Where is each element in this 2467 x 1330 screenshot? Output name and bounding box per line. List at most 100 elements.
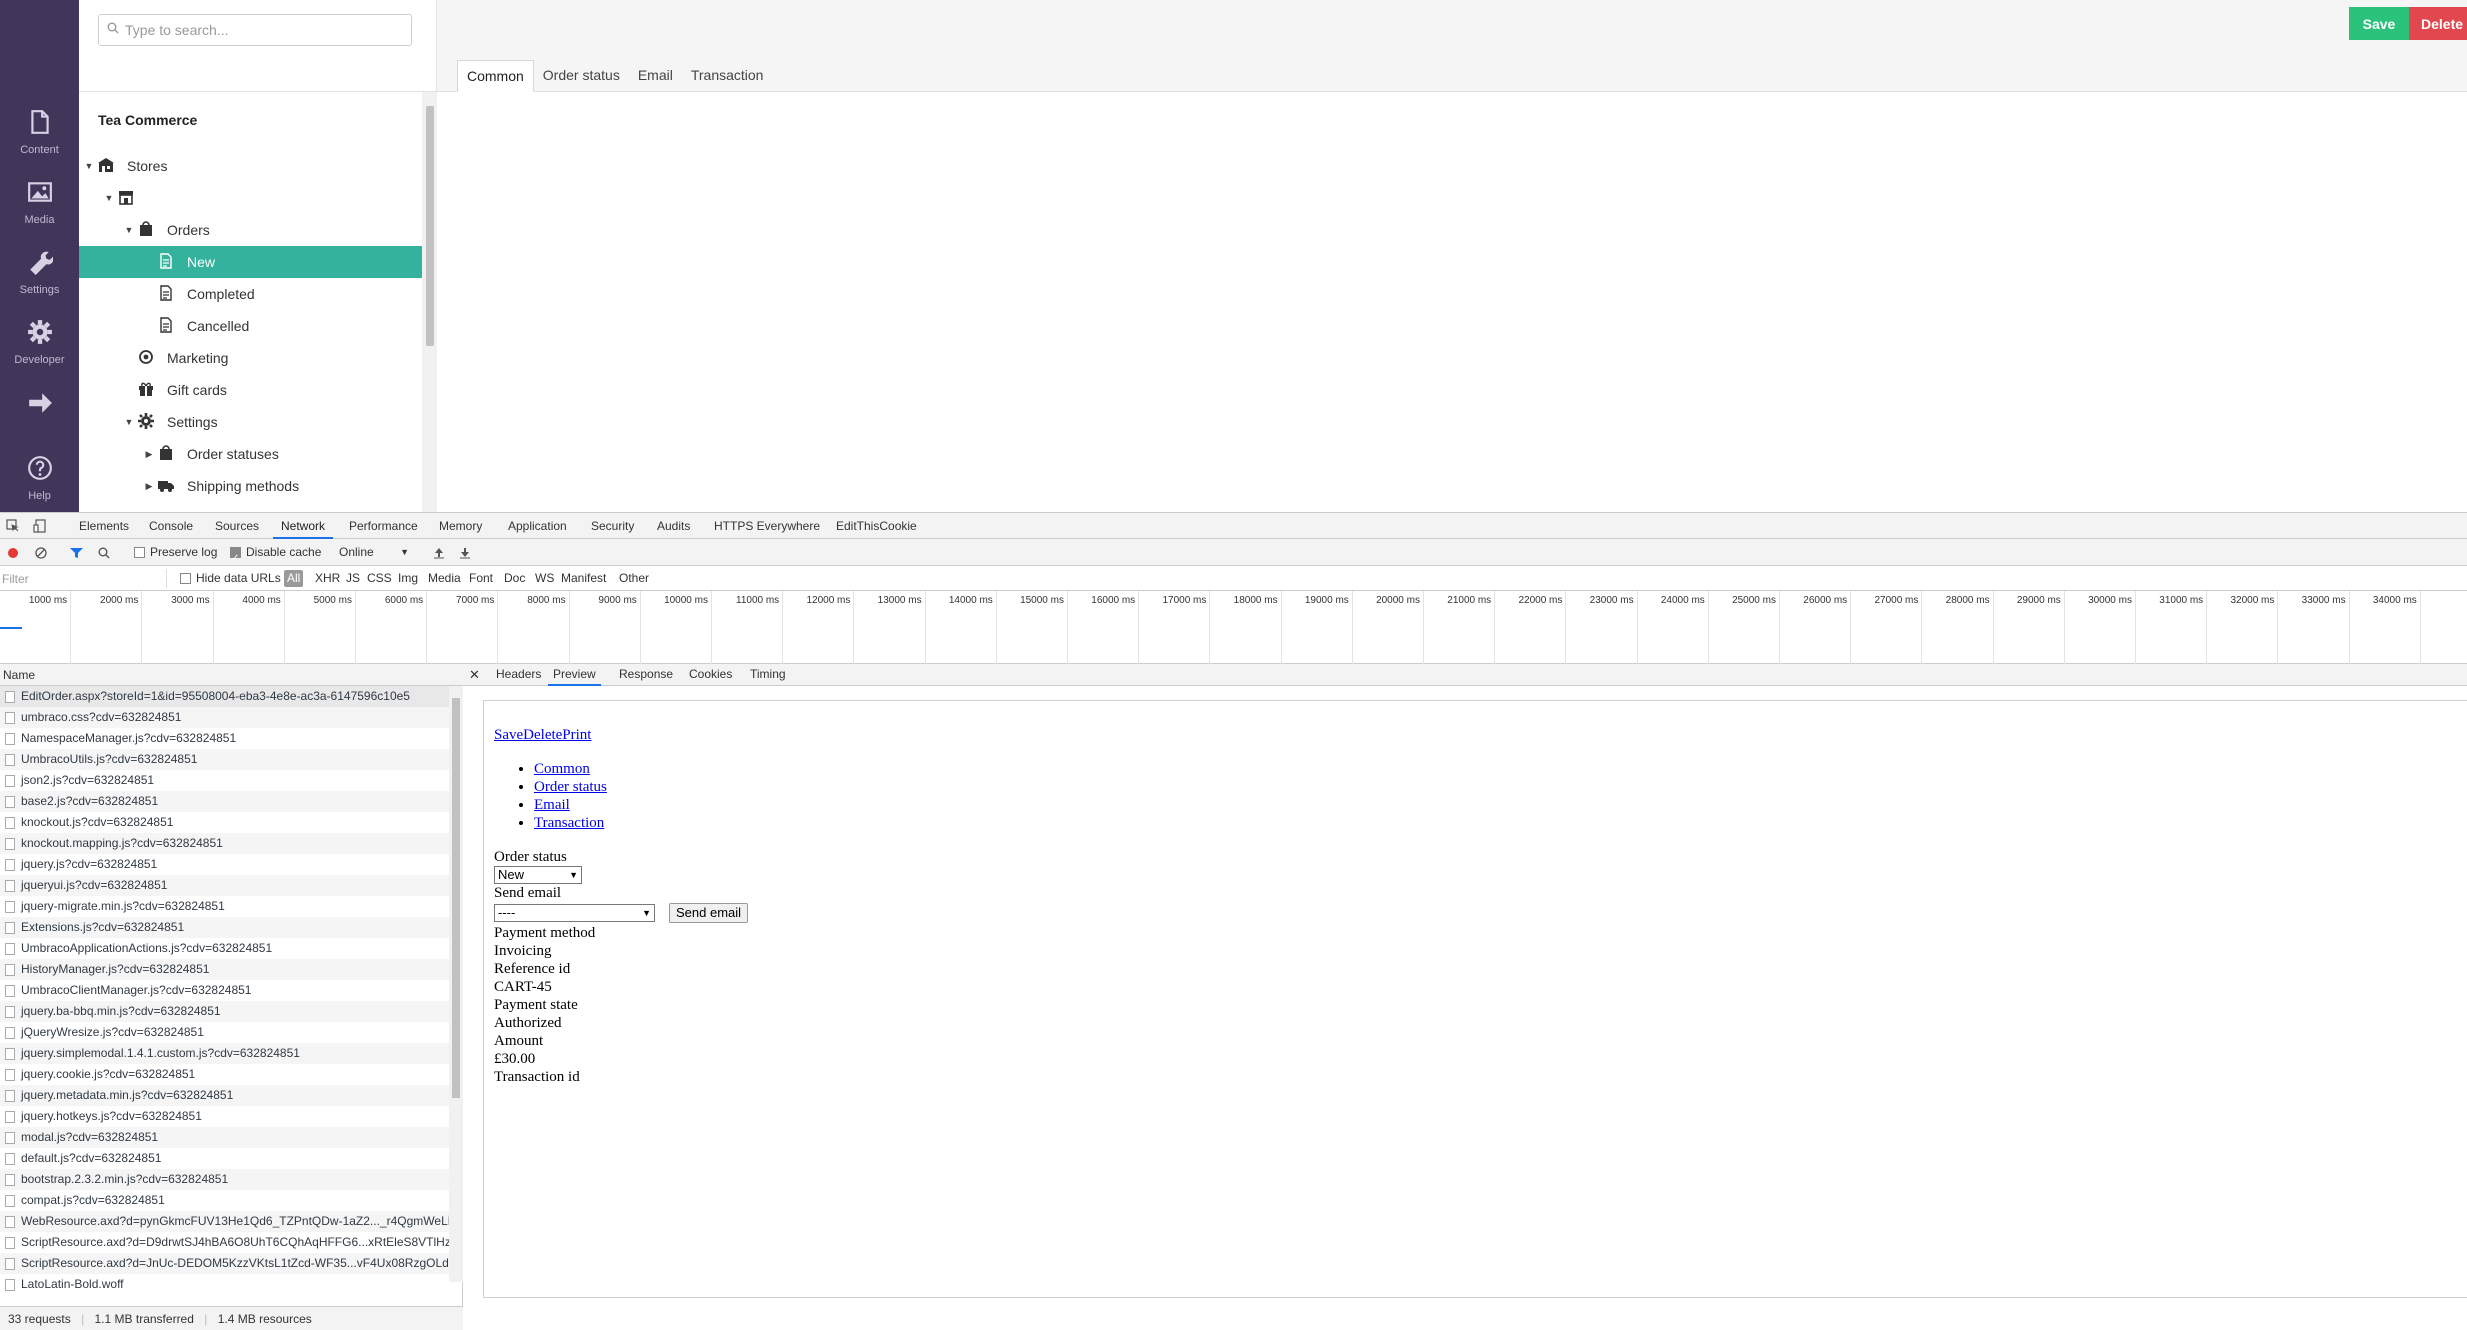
preserve-log-checkbox[interactable]: Preserve log: [134, 539, 217, 566]
network-overview-timeline[interactable]: 1000 ms 2000 ms 3000 ms 4000 ms 5000 ms 6000 …: [0, 591, 2467, 664]
scroll-thumb[interactable]: [452, 698, 460, 1098]
tree-item-stores[interactable]: ▼ Stores: [79, 150, 422, 182]
tab-transaction[interactable]: Transaction: [682, 60, 773, 92]
request-row[interactable]: jqueryui.js?cdv=632824851: [0, 875, 449, 896]
filter-type-font[interactable]: Font: [466, 570, 496, 587]
tree-item-cancelled[interactable]: Cancelled: [79, 310, 422, 342]
filter-type-img[interactable]: Img: [395, 570, 421, 587]
tab-email[interactable]: Email: [629, 60, 682, 92]
tree-item-shipping-methods[interactable]: ▶ Shipping methods: [79, 470, 422, 502]
tree-item-marketing[interactable]: Marketing: [79, 342, 422, 374]
request-row[interactable]: jquery.ba-bbq.min.js?cdv=632824851: [0, 1001, 449, 1022]
detail-tab-timing[interactable]: Timing: [750, 664, 786, 686]
request-row[interactable]: UmbracoApplicationActions.js?cdv=6328248…: [0, 938, 449, 959]
inspect-icon[interactable]: [6, 519, 20, 533]
disable-cache-checkbox[interactable]: Disable cache: [230, 539, 321, 572]
devtools-tab-audits[interactable]: Audits: [657, 513, 690, 539]
hide-data-urls-checkbox[interactable]: Hide data URLs: [177, 570, 284, 587]
filter-type-all[interactable]: All: [284, 570, 304, 587]
request-row[interactable]: knockout.mapping.js?cdv=632824851: [0, 833, 449, 854]
checkbox[interactable]: [134, 547, 145, 559]
send-email-button[interactable]: Send email: [669, 903, 749, 923]
filter-type-other[interactable]: Other: [616, 570, 652, 587]
caret-right-icon[interactable]: ▶: [143, 481, 155, 492]
caret-down-icon[interactable]: ▼: [123, 417, 135, 427]
nav-content[interactable]: Content: [0, 97, 79, 167]
nav-help[interactable]: Help: [0, 443, 79, 513]
tree-item-gift-cards[interactable]: Gift cards: [79, 374, 422, 406]
request-row[interactable]: jquery.metadata.min.js?cdv=632824851: [0, 1085, 449, 1106]
request-row[interactable]: modal.js?cdv=632824851: [0, 1127, 449, 1148]
devtools-tab-editthiscookie[interactable]: EditThisCookie: [836, 513, 917, 539]
request-row[interactable]: UmbracoClientManager.js?cdv=632824851: [0, 980, 449, 1001]
preview-link-common[interactable]: Common: [534, 761, 590, 777]
request-row[interactable]: EditOrder.aspx?storeId=1&id=95508004-eba…: [0, 686, 449, 707]
request-row[interactable]: bootstrap.2.3.2.min.js?cdv=632824851: [0, 1169, 449, 1190]
search-input[interactable]: [125, 22, 395, 38]
request-row[interactable]: jquery.cookie.js?cdv=632824851: [0, 1064, 449, 1085]
devtools-tab-sources[interactable]: Sources: [215, 513, 259, 539]
detail-tab-response[interactable]: Response: [619, 664, 673, 686]
tab-order-status[interactable]: Order status: [534, 60, 629, 92]
devtools-tab-https-everywhere[interactable]: HTTPS Everywhere: [714, 513, 820, 539]
request-row[interactable]: jquery.js?cdv=632824851: [0, 854, 449, 875]
checkbox[interactable]: [230, 545, 241, 572]
request-row[interactable]: jquery.hotkeys.js?cdv=632824851: [0, 1106, 449, 1127]
tree-scrollbar[interactable]: [422, 92, 437, 512]
save-button[interactable]: Save: [2349, 7, 2409, 40]
throttle-select[interactable]: Online ▼: [339, 539, 409, 566]
request-row[interactable]: compat.js?cdv=632824851: [0, 1190, 449, 1211]
scroll-thumb[interactable]: [426, 106, 434, 346]
devtools-tab-application[interactable]: Application: [508, 513, 567, 539]
search-icon[interactable]: [98, 539, 110, 566]
send-email-select[interactable]: ---- ▼: [494, 904, 655, 922]
tree-search[interactable]: [98, 14, 412, 46]
request-row[interactable]: jquery-migrate.min.js?cdv=632824851: [0, 896, 449, 917]
request-row[interactable]: jQueryWresize.js?cdv=632824851: [0, 1022, 449, 1043]
filter-type-doc[interactable]: Doc: [501, 570, 528, 587]
request-row[interactable]: WebResource.axd?d=pynGkmcFUV13He1Qd6_TZP…: [0, 1211, 449, 1232]
request-row[interactable]: base2.js?cdv=632824851: [0, 791, 449, 812]
nav-media[interactable]: Media: [0, 167, 79, 237]
clear-icon[interactable]: [35, 539, 47, 566]
order-status-select[interactable]: New ▼: [494, 866, 582, 884]
tree-item-new[interactable]: New: [79, 246, 422, 278]
save-delete-print-link[interactable]: SaveDeletePrint: [494, 727, 591, 743]
request-row[interactable]: jquery.simplemodal.1.4.1.custom.js?cdv=6…: [0, 1043, 449, 1064]
devtools-tab-performance[interactable]: Performance: [349, 513, 418, 539]
detail-tab-headers[interactable]: Headers: [496, 664, 541, 686]
caret-down-icon[interactable]: ▼: [83, 161, 95, 171]
request-row[interactable]: knockout.js?cdv=632824851: [0, 812, 449, 833]
tree-item-settings[interactable]: ▼ Settings: [79, 406, 422, 438]
request-row[interactable]: Extensions.js?cdv=632824851: [0, 917, 449, 938]
devtools-tab-network[interactable]: Network: [273, 513, 334, 539]
tree-item-store[interactable]: ▼: [79, 182, 422, 214]
record-icon[interactable]: [7, 539, 19, 566]
export-icon[interactable]: [459, 539, 471, 566]
request-row[interactable]: json2.js?cdv=632824851: [0, 770, 449, 791]
tree-item-orders[interactable]: ▼ Orders: [79, 214, 422, 246]
detail-tab-preview[interactable]: Preview: [548, 664, 601, 686]
preview-link-order-status[interactable]: Order status: [534, 779, 607, 795]
filter-type-js[interactable]: JS: [343, 570, 363, 587]
tree-item-order-statuses[interactable]: ▶ Order statuses: [79, 438, 422, 470]
caret-down-icon[interactable]: ▼: [103, 193, 115, 203]
devtools-tab-elements[interactable]: Elements: [79, 513, 129, 539]
filter-type-xhr[interactable]: XHR: [312, 570, 343, 587]
request-row[interactable]: HistoryManager.js?cdv=632824851: [0, 959, 449, 980]
request-row[interactable]: UmbracoUtils.js?cdv=632824851: [0, 749, 449, 770]
request-row[interactable]: ScriptResource.axd?d=D9drwtSJ4hBA6O8UhT6…: [0, 1232, 449, 1253]
nav-settings[interactable]: Settings: [0, 237, 79, 307]
request-row[interactable]: ScriptResource.axd?d=JnUc-DEDOM5KzzVKtsL…: [0, 1253, 449, 1274]
request-row[interactable]: default.js?cdv=632824851: [0, 1148, 449, 1169]
import-icon[interactable]: [433, 539, 445, 566]
detail-tab-cookies[interactable]: Cookies: [689, 664, 732, 686]
nav-more[interactable]: [0, 370, 79, 440]
checkbox[interactable]: [180, 573, 191, 585]
filter-input[interactable]: [2, 569, 167, 588]
preview-link-email[interactable]: Email: [534, 797, 570, 813]
devtools-tab-memory[interactable]: Memory: [439, 513, 482, 539]
tab-common[interactable]: Common: [457, 60, 534, 92]
caret-down-icon[interactable]: ▼: [123, 225, 135, 235]
tree-item-completed[interactable]: Completed: [79, 278, 422, 310]
